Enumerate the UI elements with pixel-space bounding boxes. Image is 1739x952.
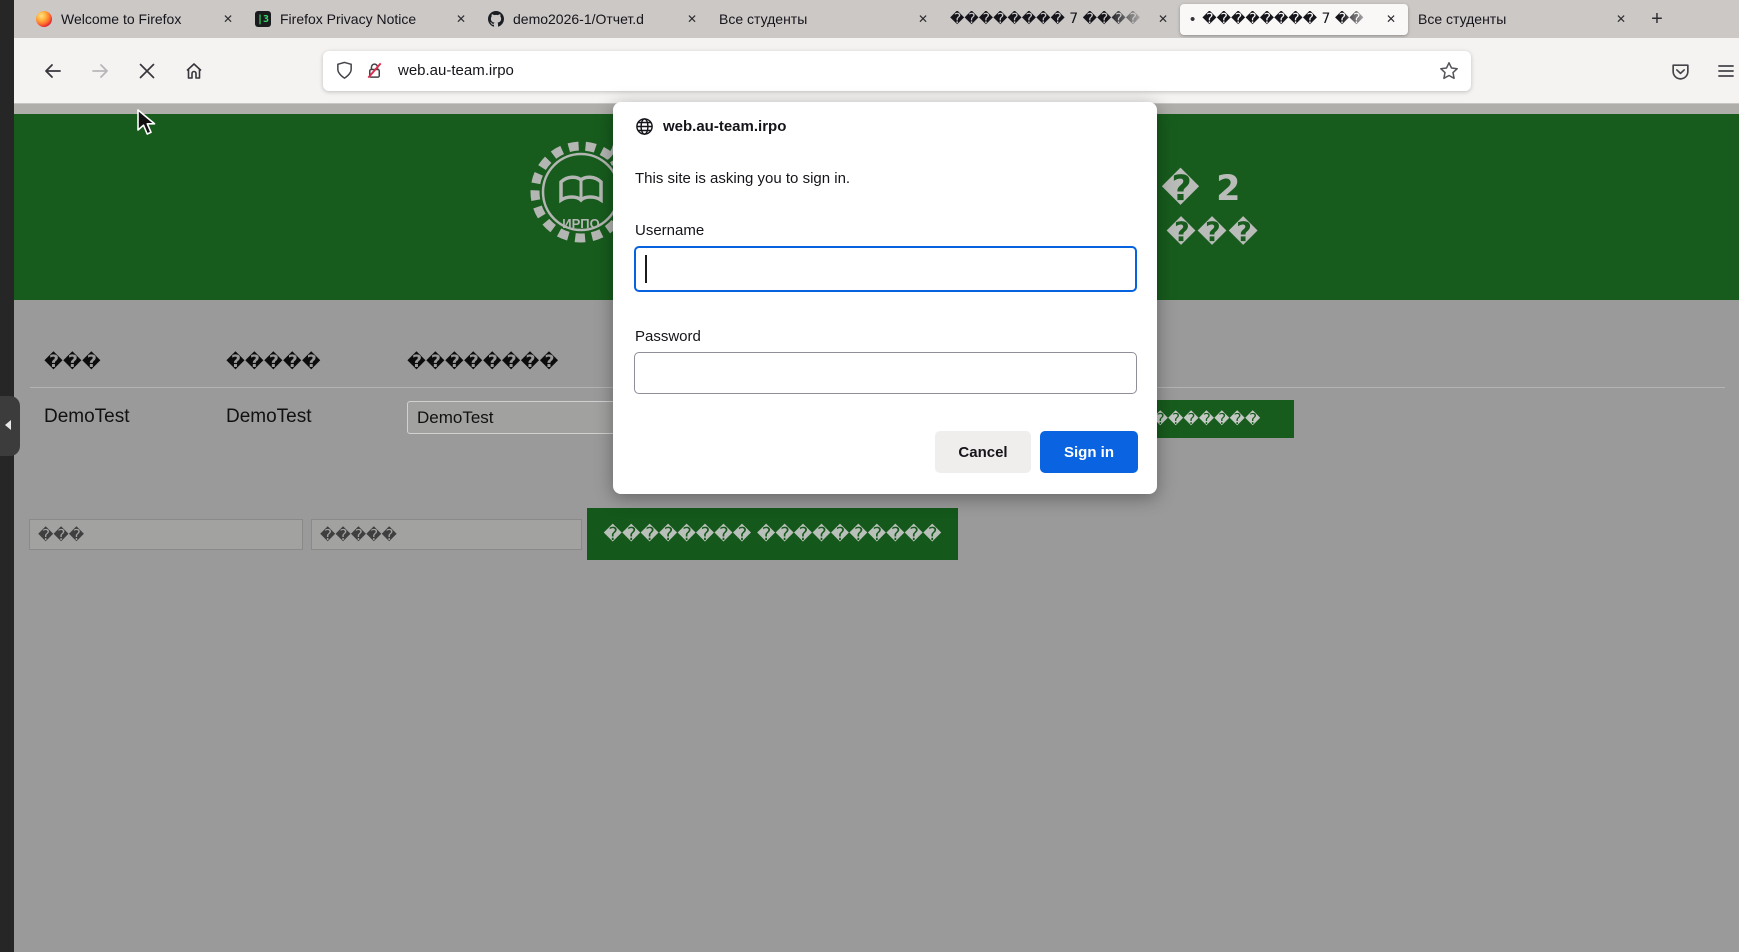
firefox-icon xyxy=(36,11,52,27)
tab-github-report[interactable]: demo2026-1/Отчет.d ✕ xyxy=(478,4,709,35)
dialog-message: This site is asking you to sign in. xyxy=(635,170,850,187)
tab-firefox-privacy-notice[interactable]: |3 Firefox Privacy Notice ✕ xyxy=(245,4,478,35)
tab-title: demo2026-1/Отчет.d xyxy=(513,11,681,27)
text-caret xyxy=(645,255,647,283)
url-bar[interactable]: web.au-team.irpo xyxy=(323,51,1471,91)
tab-all-students-1[interactable]: Все студенты ✕ xyxy=(709,4,940,35)
bookmark-star-icon[interactable] xyxy=(1439,61,1459,81)
home-button[interactable] xyxy=(177,54,211,88)
username-field[interactable] xyxy=(634,246,1137,292)
menu-hamburger-icon[interactable] xyxy=(1706,51,1739,91)
dialog-site: web.au-team.irpo xyxy=(663,118,786,135)
stop-button[interactable] xyxy=(130,54,164,88)
back-button[interactable] xyxy=(36,54,70,88)
privacy-notice-favicon-icon: |3 xyxy=(255,11,271,27)
logo-caption: ИРПО xyxy=(562,216,599,231)
tab-title: �������� 7 �� xyxy=(1202,11,1380,27)
password-field[interactable] xyxy=(634,352,1137,394)
dialog-title: web.au-team.irpo xyxy=(635,117,786,136)
username-label: Username xyxy=(635,222,704,239)
tab-mojibake-7[interactable]: �������� 7 ���� ✕ xyxy=(940,4,1180,35)
shield-permissions-icon[interactable] xyxy=(335,61,354,80)
table-header-col3: �������� xyxy=(407,352,558,372)
browser-window: Welcome to Firefox ✕ |3 Firefox Privacy … xyxy=(0,0,1739,952)
navigation-toolbar: web.au-team.irpo xyxy=(14,38,1739,104)
form-field-2[interactable] xyxy=(311,519,582,550)
tab-bar: Welcome to Firefox ✕ |3 Firefox Privacy … xyxy=(14,0,1739,38)
tab-title: Firefox Privacy Notice xyxy=(280,11,450,27)
collapse-arrow-icon xyxy=(5,420,11,430)
forward-button[interactable] xyxy=(83,54,117,88)
desktop-edge-strip xyxy=(0,0,14,952)
globe-icon xyxy=(635,117,654,136)
banner-title-fragment-2: ��� xyxy=(1166,217,1259,248)
close-icon[interactable]: ✕ xyxy=(1610,8,1632,30)
http-auth-dialog: web.au-team.irpo This site is asking you… xyxy=(613,102,1157,494)
form-field-1[interactable] xyxy=(29,519,303,550)
tab-title: �������� 7 ���� xyxy=(950,11,1152,27)
tab-all-students-2[interactable]: Все студенты ✕ xyxy=(1408,4,1638,35)
tab-mojibake-7-active[interactable]: • �������� 7 �� ✕ xyxy=(1180,4,1408,35)
table-header-col1: ��� xyxy=(44,352,101,372)
sidebar-collapse-handle[interactable] xyxy=(0,396,20,456)
insecure-lock-icon[interactable] xyxy=(365,61,384,80)
table-header-col2: ����� xyxy=(226,352,321,372)
tab-title: Welcome to Firefox xyxy=(61,11,217,27)
pocket-save-icon[interactable] xyxy=(1660,51,1700,91)
sign-in-button[interactable]: Sign in xyxy=(1040,431,1138,473)
close-icon[interactable]: ✕ xyxy=(1152,8,1174,30)
banner-title-fragment-1: � 2 xyxy=(1161,169,1243,209)
form-submit-button[interactable]: �������� ���������� xyxy=(587,508,958,560)
cancel-button[interactable]: Cancel xyxy=(935,431,1031,473)
close-icon[interactable]: ✕ xyxy=(681,8,703,30)
tab-welcome-to-firefox[interactable]: Welcome to Firefox ✕ xyxy=(26,4,245,35)
close-icon[interactable]: ✕ xyxy=(450,8,472,30)
row-cell-group: DemoTest xyxy=(226,406,312,428)
close-icon[interactable]: ✕ xyxy=(1380,8,1402,30)
github-icon xyxy=(488,11,504,27)
new-tab-button[interactable]: + xyxy=(1642,4,1672,34)
close-icon[interactable]: ✕ xyxy=(217,8,239,30)
password-label: Password xyxy=(635,328,701,345)
url-text[interactable]: web.au-team.irpo xyxy=(398,62,1439,79)
unsaved-dot: • xyxy=(1190,11,1195,28)
tab-title: Все студенты xyxy=(719,11,912,27)
row-cell-name: DemoTest xyxy=(44,406,130,428)
tab-title: Все студенты xyxy=(1418,11,1610,27)
close-icon[interactable]: ✕ xyxy=(912,8,934,30)
